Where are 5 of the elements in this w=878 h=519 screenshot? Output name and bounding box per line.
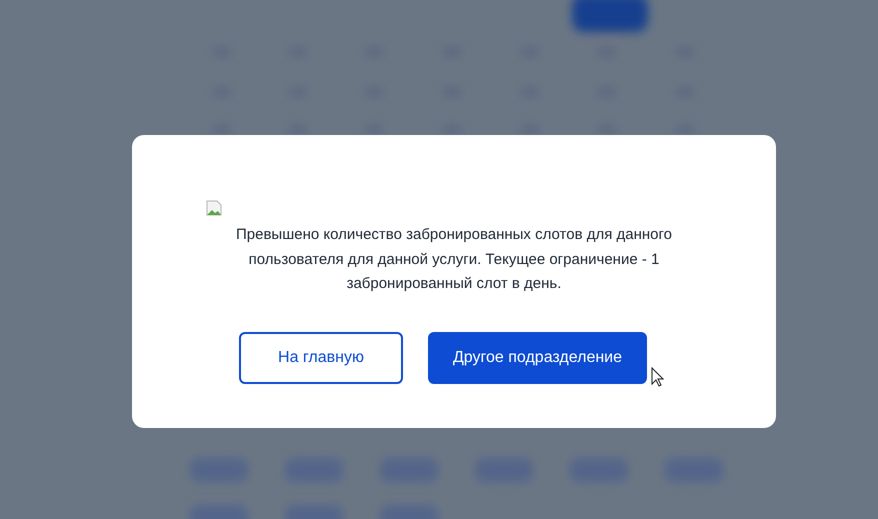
broken-image-icon [206,200,222,216]
dialog-message: Превышено количество забронированных слотов для данного пользователя для данной услуги. Текущее ограничение - 1 забронированный слот в день. [235,225,673,294]
cursor-icon [651,367,664,387]
primary-button[interactable]: Другое подразделение [428,332,647,384]
secondary-button[interactable]: На главную [239,332,403,384]
